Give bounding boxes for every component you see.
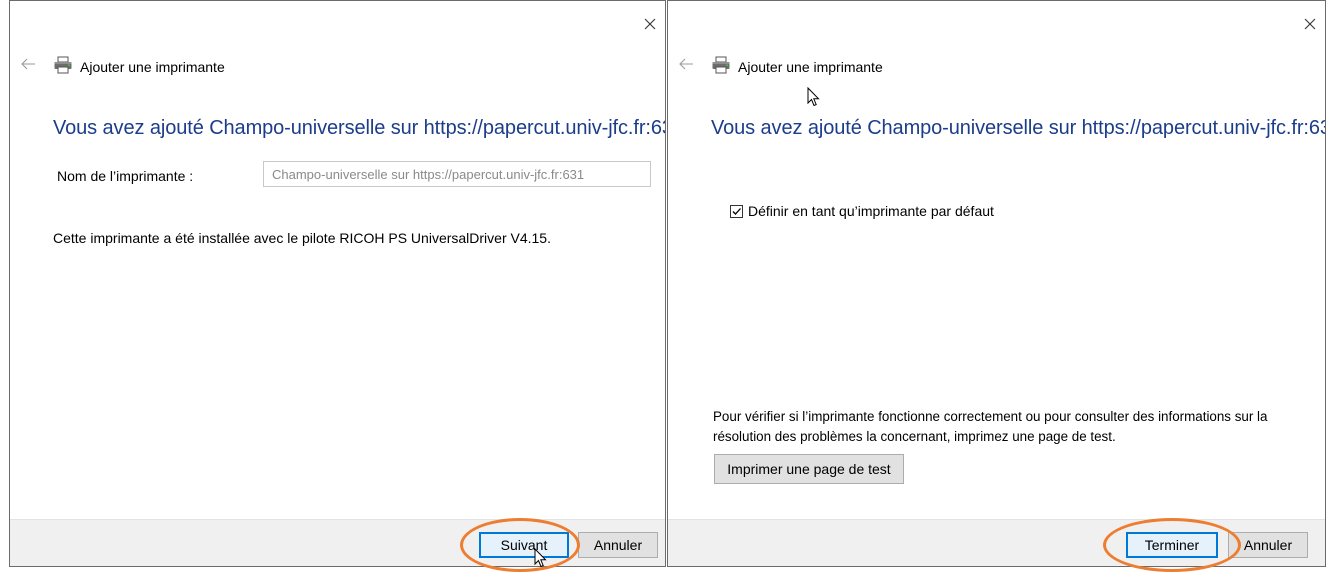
cancel-button[interactable]: Annuler	[578, 532, 658, 558]
next-button[interactable]: Suivant	[479, 532, 569, 558]
dialog-footer: Suivant Annuler	[10, 519, 665, 566]
default-printer-option[interactable]: Définir en tant qu’imprimante par défaut	[730, 203, 994, 219]
mouse-cursor-icon	[807, 86, 821, 112]
printer-name-label: Nom de l’imprimante :	[57, 168, 194, 184]
cancel-button[interactable]: Annuler	[1228, 532, 1308, 558]
printer-icon	[53, 56, 73, 74]
dialog-footer: Terminer Annuler	[668, 519, 1325, 566]
test-page-info: Pour vérifier si l’imprimante fonctionne…	[713, 409, 1268, 444]
driver-message: Cette imprimante a été installée avec le…	[53, 230, 551, 246]
back-arrow-icon[interactable]	[20, 57, 36, 71]
wizard-title: Ajouter une imprimante	[738, 59, 883, 75]
success-heading: Vous avez ajouté Champo-universelle sur …	[711, 117, 1326, 139]
add-printer-dialog-step-1: Ajouter une imprimante Vous avez ajouté …	[9, 0, 666, 567]
add-printer-dialog-step-2: Ajouter une imprimante Vous avez ajouté …	[667, 0, 1326, 567]
success-heading: Vous avez ajouté Champo-universelle sur …	[53, 117, 666, 139]
printer-name-input[interactable]	[263, 161, 651, 187]
default-printer-label: Définir en tant qu’imprimante par défaut	[748, 203, 994, 219]
printer-icon	[711, 56, 731, 74]
finish-button[interactable]: Terminer	[1126, 532, 1218, 558]
default-printer-checkbox[interactable]	[730, 204, 743, 218]
close-icon[interactable]	[1301, 15, 1319, 33]
back-arrow-icon[interactable]	[678, 57, 694, 71]
close-icon[interactable]	[641, 15, 659, 33]
wizard-title: Ajouter une imprimante	[80, 59, 225, 75]
print-test-page-button[interactable]: Imprimer une page de test	[714, 454, 904, 484]
